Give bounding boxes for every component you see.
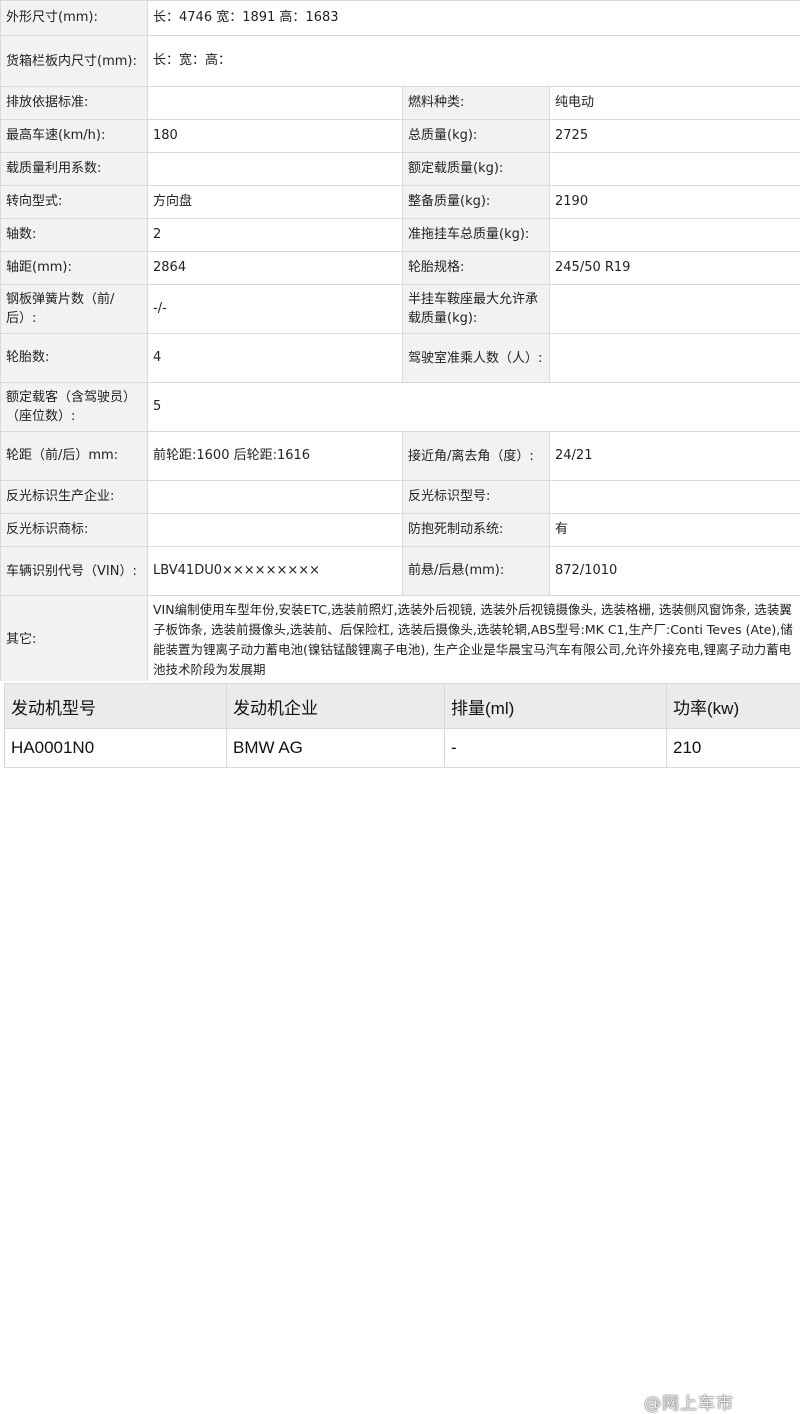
- label-vin: 车辆识别代号（VIN）:: [1, 547, 148, 596]
- header-power: 功率(kw): [667, 684, 800, 729]
- engine-maker: BMW AG: [227, 729, 445, 768]
- value-tire-count: 4: [148, 334, 403, 383]
- label-load-factor: 载质量利用系数:: [1, 153, 148, 186]
- watermark: @网上车市: [644, 1389, 734, 1414]
- spec-row-other: 其它: VIN编制使用车型年份,安装ETC,选装前照灯,选装外后视镜, 选装外后…: [1, 596, 800, 685]
- spec-row: 轮距（前/后）mm: 前轮距:1600 后轮距:1616 接近角/离去角（度）:…: [1, 432, 800, 481]
- label-other: 其它:: [1, 596, 148, 685]
- value-rated-load: [550, 153, 800, 186]
- spec-row: 钢板弹簧片数（前/后）: -/- 半挂车鞍座最大允许承载质量(kg):: [1, 285, 800, 334]
- value-curb-mass: 2190: [550, 186, 800, 219]
- label-tire-spec: 轮胎规格:: [403, 252, 550, 285]
- label-steering: 转向型式:: [1, 186, 148, 219]
- spec-row: 轴距(mm): 2864 轮胎规格: 245/50 R19: [1, 252, 800, 285]
- value-vin: LBV41DU0×××××××××: [148, 547, 403, 596]
- spec-row-cargo-box: 货箱栏板内尺寸(mm): 长：宽：高：: [1, 36, 800, 87]
- value-steering: 方向盘: [148, 186, 403, 219]
- header-engine-maker: 发动机企业: [227, 684, 445, 729]
- engine-header-row: 发动机型号 发动机企业 排量(ml) 功率(kw): [5, 684, 800, 729]
- spec-row: 轴数: 2 准拖挂车总质量(kg):: [1, 219, 800, 252]
- label-tire-count: 轮胎数:: [1, 334, 148, 383]
- label-reflector-maker: 反光标识生产企业:: [1, 481, 148, 514]
- label-abs: 防抱死制动系统:: [403, 514, 550, 547]
- spec-row: 载质量利用系数: 额定载质量(kg):: [1, 153, 800, 186]
- engine-table: 发动机型号 发动机企业 排量(ml) 功率(kw) HA0001N0 BMW A…: [4, 683, 800, 768]
- spec-row-seats: 额定载客（含驾驶员）（座位数）: 5: [1, 383, 800, 432]
- value-reflector-maker: [148, 481, 403, 514]
- label-cab-occupants: 驾驶室准乘人数（人）:: [403, 334, 550, 383]
- engine-power: 210: [667, 729, 800, 768]
- label-rated-load: 额定载质量(kg):: [403, 153, 550, 186]
- value-overhang: 872/1010: [550, 547, 800, 596]
- label-axles: 轴数:: [1, 219, 148, 252]
- label-saddle-load: 半挂车鞍座最大允许承载质量(kg):: [403, 285, 550, 334]
- spec-row: 轮胎数: 4 驾驶室准乘人数（人）:: [1, 334, 800, 383]
- value-reflector-model: [550, 481, 800, 514]
- label-dimensions: 外形尺寸(mm):: [1, 1, 148, 36]
- engine-section: 发动机型号 发动机企业 排量(ml) 功率(kw) HA0001N0 BMW A…: [0, 681, 800, 769]
- value-abs: 有: [550, 514, 800, 547]
- label-fuel-type: 燃料种类:: [403, 87, 550, 120]
- value-seats: 5: [148, 383, 800, 432]
- value-reflector-brand: [148, 514, 403, 547]
- spec-row: 排放依据标准: 燃料种类: 纯电动: [1, 87, 800, 120]
- value-fuel-type: 纯电动: [550, 87, 800, 120]
- engine-displacement: -: [445, 729, 667, 768]
- label-wheelbase: 轴距(mm):: [1, 252, 148, 285]
- label-seats: 额定载客（含驾驶员）（座位数）:: [1, 383, 148, 432]
- engine-model: HA0001N0: [5, 729, 227, 768]
- spec-row: 反光标识生产企业: 反光标识型号:: [1, 481, 800, 514]
- value-dimensions: 长：4746 宽：1891 高：1683: [148, 1, 800, 36]
- label-reflector-brand: 反光标识商标:: [1, 514, 148, 547]
- value-wheelbase: 2864: [148, 252, 403, 285]
- value-cargo-box: 长：宽：高：: [148, 36, 800, 87]
- label-cargo-box: 货箱栏板内尺寸(mm):: [1, 36, 148, 87]
- value-trailer-mass: [550, 219, 800, 252]
- value-other: VIN编制使用车型年份,安装ETC,选装前照灯,选装外后视镜, 选装外后视镜摄像…: [148, 596, 800, 685]
- label-leaf-springs: 钢板弹簧片数（前/后）:: [1, 285, 148, 334]
- value-track: 前轮距:1600 后轮距:1616: [148, 432, 403, 481]
- label-total-mass: 总质量(kg):: [403, 120, 550, 153]
- label-emission-standard: 排放依据标准:: [1, 87, 148, 120]
- vehicle-spec-table: 外形尺寸(mm): 长：4746 宽：1891 高：1683 货箱栏板内尺寸(m…: [0, 0, 800, 685]
- label-trailer-mass: 准拖挂车总质量(kg):: [403, 219, 550, 252]
- label-reflector-model: 反光标识型号:: [403, 481, 550, 514]
- value-axles: 2: [148, 219, 403, 252]
- value-leaf-springs: -/-: [148, 285, 403, 334]
- label-overhang: 前悬/后悬(mm):: [403, 547, 550, 596]
- label-approach-departure: 接近角/离去角（度）:: [403, 432, 550, 481]
- engine-data-row: HA0001N0 BMW AG - 210: [5, 729, 800, 768]
- spec-row: 反光标识商标: 防抱死制动系统: 有: [1, 514, 800, 547]
- spec-row: 最高车速(km/h): 180 总质量(kg): 2725: [1, 120, 800, 153]
- label-max-speed: 最高车速(km/h):: [1, 120, 148, 153]
- value-cab-occupants: [550, 334, 800, 383]
- label-curb-mass: 整备质量(kg):: [403, 186, 550, 219]
- label-track: 轮距（前/后）mm:: [1, 432, 148, 481]
- spec-row-dimensions: 外形尺寸(mm): 长：4746 宽：1891 高：1683: [1, 1, 800, 36]
- header-engine-model: 发动机型号: [5, 684, 227, 729]
- value-load-factor: [148, 153, 403, 186]
- value-max-speed: 180: [148, 120, 403, 153]
- value-emission-standard: [148, 87, 403, 120]
- header-displacement: 排量(ml): [445, 684, 667, 729]
- value-saddle-load: [550, 285, 800, 334]
- spec-row: 转向型式: 方向盘 整备质量(kg): 2190: [1, 186, 800, 219]
- spec-row: 车辆识别代号（VIN）: LBV41DU0××××××××× 前悬/后悬(mm)…: [1, 547, 800, 596]
- value-approach-departure: 24/21: [550, 432, 800, 481]
- value-total-mass: 2725: [550, 120, 800, 153]
- value-tire-spec: 245/50 R19: [550, 252, 800, 285]
